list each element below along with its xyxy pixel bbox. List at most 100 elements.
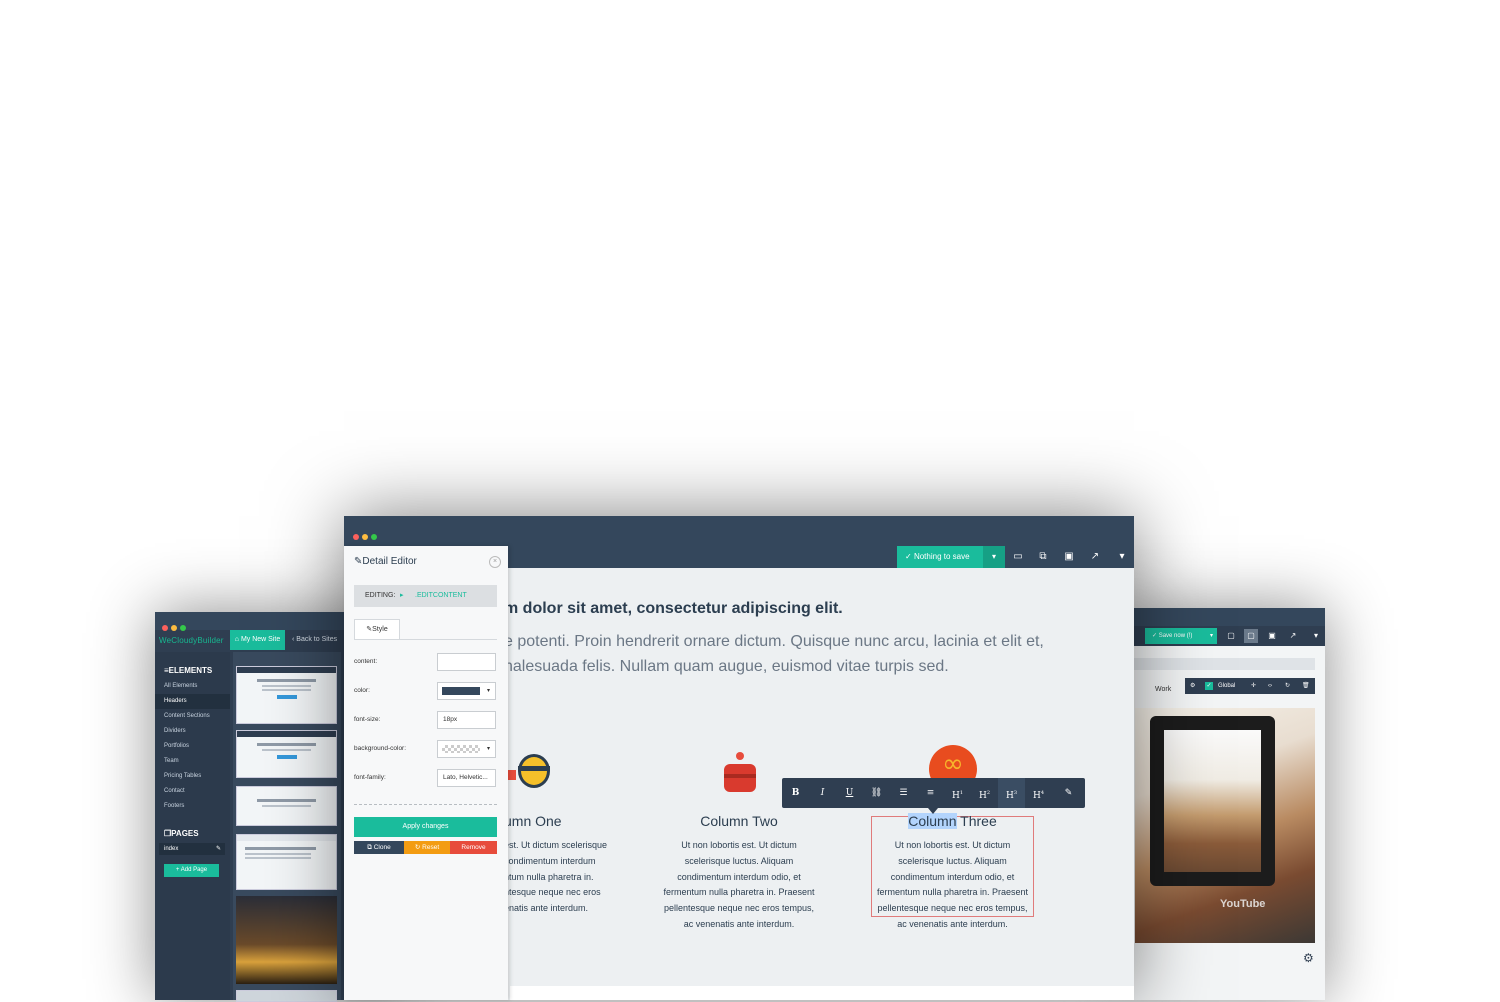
remove-button[interactable]: Remove <box>450 841 497 854</box>
block-controls: ⚙ ✓ Global ✛ ‹› ↻ 🗑 <box>1185 678 1315 694</box>
editing-target-bar: EDITING: ▸ .EDITCONTENT <box>354 585 497 607</box>
sidebar-item-footers[interactable]: Footers <box>155 799 230 814</box>
thumbnail-header-2[interactable] <box>236 730 337 778</box>
nav-item-work[interactable]: Work <box>1155 686 1171 693</box>
caret-down-icon[interactable]: ▾ <box>1210 628 1213 644</box>
sidebar-item-team[interactable]: Team <box>155 754 230 769</box>
window-controls[interactable] <box>353 527 380 545</box>
global-checkbox[interactable]: ✓ <box>1205 682 1213 690</box>
menu-caret-icon[interactable]: ▾ <box>1114 549 1130 565</box>
detail-editor-panel: ✎Detail Editor × EDITING: ▸ .EDITCONTENT… <box>344 546 508 1000</box>
desktop-view-icon[interactable]: ▭ <box>1010 549 1026 565</box>
bee-icon <box>508 748 552 796</box>
sidebar-item-dividers[interactable]: Dividers <box>155 724 230 739</box>
sidebar-item-headers[interactable]: Headers <box>155 694 230 709</box>
back-to-sites-link[interactable]: ‹ Back to Sites <box>292 636 337 643</box>
trash-icon[interactable]: 🗑 <box>1302 678 1310 694</box>
external-link-icon[interactable]: ↗ <box>1286 629 1300 643</box>
tablet-view-icon[interactable]: ▢ <box>1244 629 1258 643</box>
italic-button[interactable]: I <box>809 778 836 808</box>
check-icon: ✓ <box>1152 633 1159 639</box>
refresh-icon[interactable]: ↻ <box>1285 678 1290 694</box>
pages-heading: ❐PAGES <box>164 829 199 838</box>
page-item-index[interactable]: index ✎ <box>159 843 225 855</box>
close-icon[interactable]: × <box>489 556 501 568</box>
thumbnail-header-6[interactable] <box>236 990 337 1002</box>
detail-editor-title: ✎Detail Editor <box>354 556 417 567</box>
sidebar-item-content-sections[interactable]: Content Sections <box>155 709 230 724</box>
thumbnail-header-5[interactable] <box>236 896 337 984</box>
sidebar-item-portfolios[interactable]: Portfolios <box>155 739 230 754</box>
color-picker[interactable]: ▾ <box>437 682 496 700</box>
reset-button[interactable]: ↻ Reset <box>404 841 450 854</box>
sidebar-item-contact[interactable]: Contact <box>155 784 230 799</box>
content-field[interactable] <box>437 653 496 671</box>
settings-gear-icon[interactable]: ⚙ <box>1303 951 1314 965</box>
column-three-text[interactable]: Ut non lobortis est. Ut dictum scelerisq… <box>874 838 1031 933</box>
menu-caret-icon[interactable]: ▾ <box>1309 629 1323 643</box>
site-button[interactable]: ⌂ My New Site <box>230 630 285 650</box>
edit-icon[interactable]: ✎ <box>216 843 221 855</box>
builder-window-right: ✓ Save now (!) ▾ ▢ ▢ ▣ ↗ ▾ Work ⚙ ✓ Globa… <box>1115 608 1325 1000</box>
toolbar-pointer <box>928 808 938 814</box>
save-status-button[interactable]: ✓ Nothing to save ▾ <box>897 546 1005 568</box>
page-header-strip <box>1115 658 1315 670</box>
heading-1-button[interactable]: H1 <box>944 778 971 808</box>
font-family-field[interactable]: Lato, Helvetic... <box>437 769 496 787</box>
thumbnail-header-4[interactable] <box>236 834 337 890</box>
link-icon[interactable]: ⛓ <box>863 778 890 808</box>
element-thumbnails <box>233 652 341 1002</box>
next-section-strip <box>510 986 1134 1000</box>
code-icon[interactable]: ‹› <box>1268 678 1272 694</box>
color-swatch <box>442 687 480 695</box>
move-icon[interactable]: ✛ <box>1251 678 1256 694</box>
ordered-list-icon[interactable]: ☰ <box>890 778 917 808</box>
window-controls[interactable] <box>162 618 189 636</box>
editing-target: .EDITCONTENT <box>415 592 467 599</box>
font-size-field[interactable]: 18px <box>437 711 496 729</box>
column-three-title[interactable]: Column Three <box>871 813 1034 829</box>
desktop-view-icon[interactable]: ▢ <box>1224 629 1238 643</box>
font-family-label: font-family: <box>354 774 386 781</box>
font-size-label: font-size: <box>354 716 381 723</box>
text-format-toolbar: B I U ⛓ ☰ ≡ H1 H2 H3 H4 ✎ <box>782 778 1085 814</box>
gear-icon[interactable]: ⚙ <box>1190 678 1195 694</box>
column-two-title[interactable]: Column Two <box>658 813 820 829</box>
unordered-list-icon[interactable]: ≡ <box>917 778 944 808</box>
save-page-icon[interactable]: ▣ <box>1265 629 1279 643</box>
check-icon: ✓ <box>905 552 914 561</box>
heading-4-button[interactable]: H4 <box>1025 778 1052 808</box>
sidebar: ≡ELEMENTS All Elements Headers Content S… <box>155 652 230 1000</box>
content-heading[interactable]: m dolor sit amet, consectetur adipiscing… <box>504 600 843 618</box>
save-dropdown-caret-icon[interactable]: ▾ <box>983 546 1005 568</box>
clone-button[interactable]: ⧉ Clone <box>354 841 404 854</box>
thumbnail-header-3[interactable] <box>236 786 337 826</box>
caret-down-icon: ▾ <box>486 688 490 694</box>
thumbnail-header-1[interactable] <box>236 666 337 724</box>
save-now-button[interactable]: ✓ Save now (!) ▾ <box>1145 628 1217 644</box>
transparent-swatch <box>442 745 480 753</box>
tablet-view-icon[interactable]: ⧉ <box>1035 549 1051 565</box>
heading-2-button[interactable]: H2 <box>971 778 998 808</box>
column-two-text[interactable]: Ut non lobortis est. Ut dictum scelerisq… <box>658 838 820 933</box>
bold-button[interactable]: B <box>782 778 809 808</box>
title-bar <box>1115 608 1325 626</box>
eraser-icon[interactable]: ✎ <box>1055 778 1082 808</box>
column-one-title[interactable]: umn One <box>504 813 574 829</box>
underline-button[interactable]: U <box>836 778 863 808</box>
background-color-picker[interactable]: ▾ <box>437 740 496 758</box>
add-page-button[interactable]: + Add Page <box>164 864 219 877</box>
sidebar-item-all-elements[interactable]: All Elements <box>155 679 230 694</box>
content-paragraph[interactable]: e potenti. Proin hendrerit ornare dictum… <box>504 629 1074 679</box>
external-link-icon[interactable]: ↗ <box>1087 549 1103 565</box>
content-label: content: <box>354 658 378 665</box>
title-bar <box>344 516 1134 546</box>
apply-changes-button[interactable]: Apply changes <box>354 817 497 837</box>
caret-right-icon: ▸ <box>400 592 404 599</box>
column-one-text[interactable]: est. Ut dictum scelerisque condimentum i… <box>504 838 609 917</box>
heading-3-button[interactable]: H3 <box>998 778 1025 808</box>
sidebar-item-pricing-tables[interactable]: Pricing Tables <box>155 769 230 784</box>
save-page-icon[interactable]: ▣ <box>1061 549 1077 565</box>
tab-style[interactable]: ✎Style <box>354 619 400 640</box>
selected-text[interactable]: Column <box>908 813 957 829</box>
